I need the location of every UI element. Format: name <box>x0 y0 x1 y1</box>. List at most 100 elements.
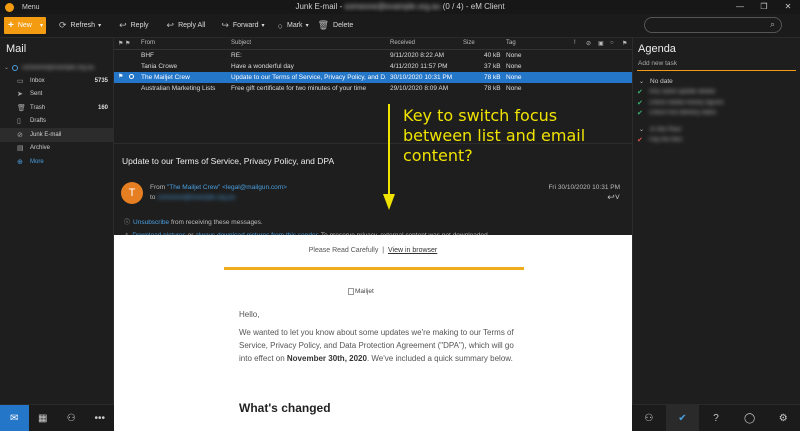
forward-label: Forward <box>232 22 259 29</box>
sidebar-item-more[interactable]: ⊕ More <box>0 155 113 169</box>
account-row[interactable]: ⌄ someone@example.org.au <box>0 61 113 74</box>
attachment-column-icon[interactable]: ⊘ <box>586 40 591 47</box>
close-button[interactable]: ✕ <box>776 0 800 14</box>
annotation-callout: Key to switch focus between list and ema… <box>403 106 586 165</box>
settings-button[interactable]: ⚙ <box>766 405 800 431</box>
broken-image-icon <box>348 288 354 295</box>
sender-link[interactable]: "The Mailjet Crew" <legal@mailgun.com> <box>167 184 287 191</box>
restore-button[interactable]: ❐ <box>752 0 776 14</box>
please-read-text: Please Read Carefully <box>308 247 379 254</box>
trash-icon: 🗑 <box>17 104 26 112</box>
main-toolbar: + New ▾ ⟳ Refresh ▾ ↩ Reply ↩ Reply All … <box>0 14 800 38</box>
help-button[interactable]: ? <box>699 405 733 431</box>
section-label: No date <box>650 78 673 85</box>
row-received: 30/10/2020 10:31 PM <box>390 73 453 81</box>
table-row-selected[interactable]: ⚑ The Mailjet Crew Update to our Terms o… <box>114 72 632 83</box>
reply-dropdown-icon[interactable]: ↩˅ <box>607 192 620 203</box>
recipient-link[interactable]: someone@example.org.au <box>157 194 235 201</box>
agenda-button[interactable]: ✔ <box>665 405 700 431</box>
check-icon[interactable]: ✔ <box>637 99 645 107</box>
mark-circle-icon: ○ <box>277 20 283 31</box>
column-tag[interactable]: Tag <box>506 40 516 46</box>
task-item[interactable]: ✔ Pay the fees <box>633 135 800 146</box>
task-item[interactable]: ✔ Check fruit delivery dates <box>633 108 800 119</box>
window-title: Junk E-mail - someone@example.org.au (0 … <box>0 2 800 11</box>
row-size: 40 kB <box>484 51 501 59</box>
sidebar-item-drafts[interactable]: ▯ Drafts <box>0 115 113 129</box>
window-controls: — ❐ ✕ <box>728 0 800 14</box>
row-tag: None <box>506 51 522 59</box>
logo-alt-text: Mailjet <box>355 288 374 296</box>
check-icon[interactable]: ✔ <box>637 109 645 117</box>
column-from[interactable]: From <box>141 40 155 46</box>
read-column-icon[interactable]: ○ <box>610 40 614 46</box>
sidebar-item-junk[interactable]: ⊘ Junk E-mail <box>0 128 113 142</box>
sidebar-item-archive[interactable]: ▤ Archive <box>0 142 113 156</box>
ellipsis-icon: ••• <box>94 412 105 424</box>
row-subject: Update to our Terms of Service, Privacy … <box>231 73 386 81</box>
refresh-label: Refresh <box>70 22 96 29</box>
forward-button[interactable]: ↪ Forward ▾ <box>221 20 264 31</box>
agenda-section-past[interactable]: ⌄ In the Past <box>633 124 800 135</box>
reply-all-label: Reply All <box>178 22 206 29</box>
unsubscribe-link[interactable]: Unsubscribe <box>133 219 169 226</box>
check-icon[interactable]: ✔ <box>637 136 645 144</box>
agenda-panel: Agenda Add new task ⌄ No date ✔ ANZ Bank … <box>632 38 800 404</box>
lock-column-icon[interactable]: ▣ <box>598 40 604 47</box>
folder-label: Drafts <box>30 118 47 125</box>
sidebar-item-inbox[interactable]: ▭ Inbox 5735 <box>0 74 113 88</box>
menu-button[interactable]: Menu <box>22 4 40 11</box>
check-icon[interactable]: ✔ <box>637 88 645 96</box>
column-size[interactable]: Size <box>463 40 475 46</box>
contact-details-button[interactable]: ⚇ <box>632 405 666 431</box>
minimize-button[interactable]: — <box>728 0 752 14</box>
agenda-section-no-date[interactable]: ⌄ No date <box>633 76 800 87</box>
reply-icon: ↩ <box>119 20 127 30</box>
mark-button[interactable]: ○ Mark ▾ <box>278 21 309 31</box>
row-tag: None <box>506 73 522 81</box>
from-prefix: From <box>150 184 167 191</box>
avatar: T <box>121 182 143 204</box>
nav-calendar-button[interactable]: ▦ <box>29 405 58 431</box>
read-status-icon[interactable] <box>129 74 134 79</box>
window-title-folder: Junk E-mail - <box>295 2 345 11</box>
delete-button[interactable]: 🗑 Delete <box>318 20 354 31</box>
chevron-down-icon: ▾ <box>305 23 309 29</box>
archive-icon: ▤ <box>17 145 24 153</box>
new-button[interactable]: + New ▾ <box>4 17 46 34</box>
nav-mail-button[interactable]: ✉ <box>0 405 29 431</box>
account-status-icon <box>12 64 19 71</box>
table-row[interactable]: Tania Crowe Have a wonderful day 4/11/20… <box>114 61 632 72</box>
row-size: 78 kB <box>484 73 501 81</box>
flag-column-icon[interactable]: ⚑ ⚑ <box>118 40 130 47</box>
sidebar-item-trash[interactable]: 🗑 Trash 160 <box>0 101 113 115</box>
row-subject: RE: <box>231 51 242 59</box>
nav-contacts-button[interactable]: ⚇ <box>57 405 86 431</box>
sidebar-item-sent[interactable]: ➤ Sent <box>0 88 113 102</box>
chevron-down-icon: ⌄ <box>639 79 645 85</box>
reply-button[interactable]: ↩ Reply <box>119 20 148 31</box>
task-item[interactable]: ✔ Check Adobe history figures <box>633 98 800 109</box>
task-label: ANZ Bank update details <box>649 89 716 96</box>
table-row[interactable]: Australian Marketing Lists Free gift cer… <box>114 83 632 94</box>
email-from: From "The Mailjet Crew" <legal@mailgun.c… <box>150 184 287 191</box>
column-subject[interactable]: Subject <box>231 40 251 46</box>
plus-icon: + <box>8 20 14 31</box>
task-item[interactable]: ✔ ANZ Bank update details <box>633 87 800 98</box>
chat-button[interactable]: ◯ <box>733 405 767 431</box>
task-label: Pay the fees <box>649 136 683 143</box>
para-text: . We've included a quick summary below. <box>366 354 513 363</box>
account-name: someone@example.org.au <box>22 64 95 71</box>
flag-icon[interactable]: ⚑ <box>118 73 123 80</box>
refresh-button[interactable]: ⟳ Refresh ▾ <box>59 20 101 31</box>
nav-more-button[interactable]: ••• <box>86 405 115 431</box>
view-in-browser-link[interactable]: View in browser <box>388 247 437 254</box>
importance-column-icon[interactable]: ! <box>574 40 576 46</box>
column-received[interactable]: Received <box>390 40 415 46</box>
flag-column-icon[interactable]: ⚑ <box>622 40 627 47</box>
table-row[interactable]: BHF RE: 9/11/2020 8:22 AM 40 kB None <box>114 50 632 61</box>
search-input[interactable] <box>651 18 766 32</box>
reply-all-button[interactable]: ↩ Reply All <box>167 20 206 31</box>
add-task-input[interactable]: Add new task <box>637 60 796 71</box>
search-icon[interactable]: ⌕ <box>770 19 775 30</box>
